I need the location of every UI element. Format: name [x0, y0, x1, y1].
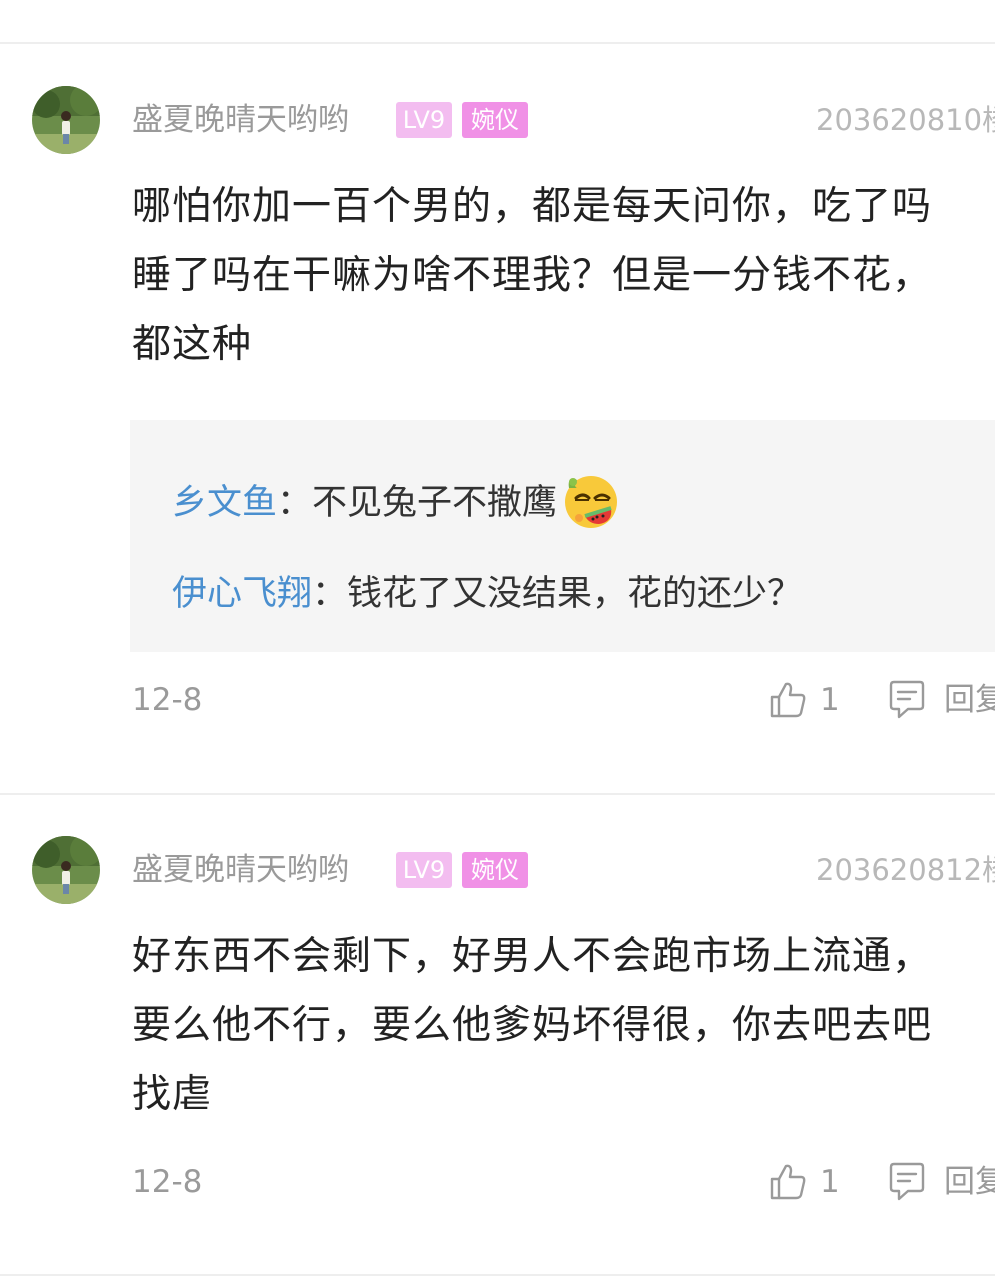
thumbs-up-icon: [770, 1164, 806, 1200]
reply-item[interactable]: 乡文鱼：不见兔子不撒鹰: [172, 476, 621, 530]
like-button[interactable]: 1: [768, 680, 840, 720]
reply-text: 不见兔子不撒鹰: [312, 483, 558, 523]
divider: [0, 793, 995, 795]
reply-text: 钱花了又没结果，花的还少？: [347, 574, 803, 614]
comment-date: 12-8: [132, 1164, 203, 1200]
username[interactable]: 盛夏晚晴天哟哟: [132, 100, 349, 140]
reply-separator: ：: [312, 574, 348, 614]
avatar[interactable]: [32, 86, 100, 154]
top-area: [0, 0, 995, 44]
reply-separator: ：: [277, 483, 313, 523]
floor-number: 203620810楼: [816, 103, 995, 137]
comment-date: 12-8: [132, 682, 203, 718]
comment-bubble-icon: [889, 680, 925, 719]
reply-label: 回复: [944, 1164, 995, 1200]
title-badge: 婉仪: [462, 102, 528, 138]
like-count: 1: [820, 1164, 840, 1200]
avatar-photo: [32, 86, 100, 154]
reply-label: 回复: [944, 682, 995, 718]
avatar-photo: [32, 836, 100, 904]
reply-author[interactable]: 伊心飞翔: [172, 574, 312, 614]
floor-number: 203620812楼: [816, 853, 995, 887]
avatar[interactable]: [32, 836, 100, 904]
comment-text: 好东西不会剩下，好男人不会跑市场上流通，要么他不行，要么他爹妈坏得很，你去吧去吧…: [132, 934, 933, 1117]
divider: [0, 1274, 995, 1276]
reply-button[interactable]: 回复: [886, 678, 995, 722]
level-badge: LV9: [396, 102, 452, 138]
username[interactable]: 盛夏晚晴天哟哟: [132, 850, 349, 890]
title-badge: 婉仪: [462, 852, 528, 888]
comment-bubble-icon: [889, 1162, 925, 1201]
reply-preview-box[interactable]: 乡文鱼：不见兔子不撒鹰 伊心飞翔：钱花了又没结果，花的还少？: [130, 420, 995, 652]
reply-author[interactable]: 乡文鱼: [172, 483, 277, 523]
comment-text: 哪怕你加一百个男的，都是每天问你，吃了吗睡了吗在干嘛为啥不理我？但是一分钱不花，…: [132, 184, 933, 367]
like-count: 1: [820, 682, 840, 718]
melon-eating-smirk-emoji: [565, 476, 618, 528]
divider: [0, 42, 995, 44]
comment-feed: 盛夏晚晴天哟哟 LV9 婉仪 203620810楼 哪怕你加一百个男的，都是每天…: [0, 0, 995, 1280]
like-button[interactable]: 1: [768, 1162, 840, 1202]
reply-item[interactable]: 伊心飞翔：钱花了又没结果，花的还少？: [172, 572, 802, 616]
reply-button[interactable]: 回复: [886, 1160, 995, 1204]
thumbs-up-icon: [770, 682, 806, 718]
level-badge: LV9: [396, 852, 452, 888]
